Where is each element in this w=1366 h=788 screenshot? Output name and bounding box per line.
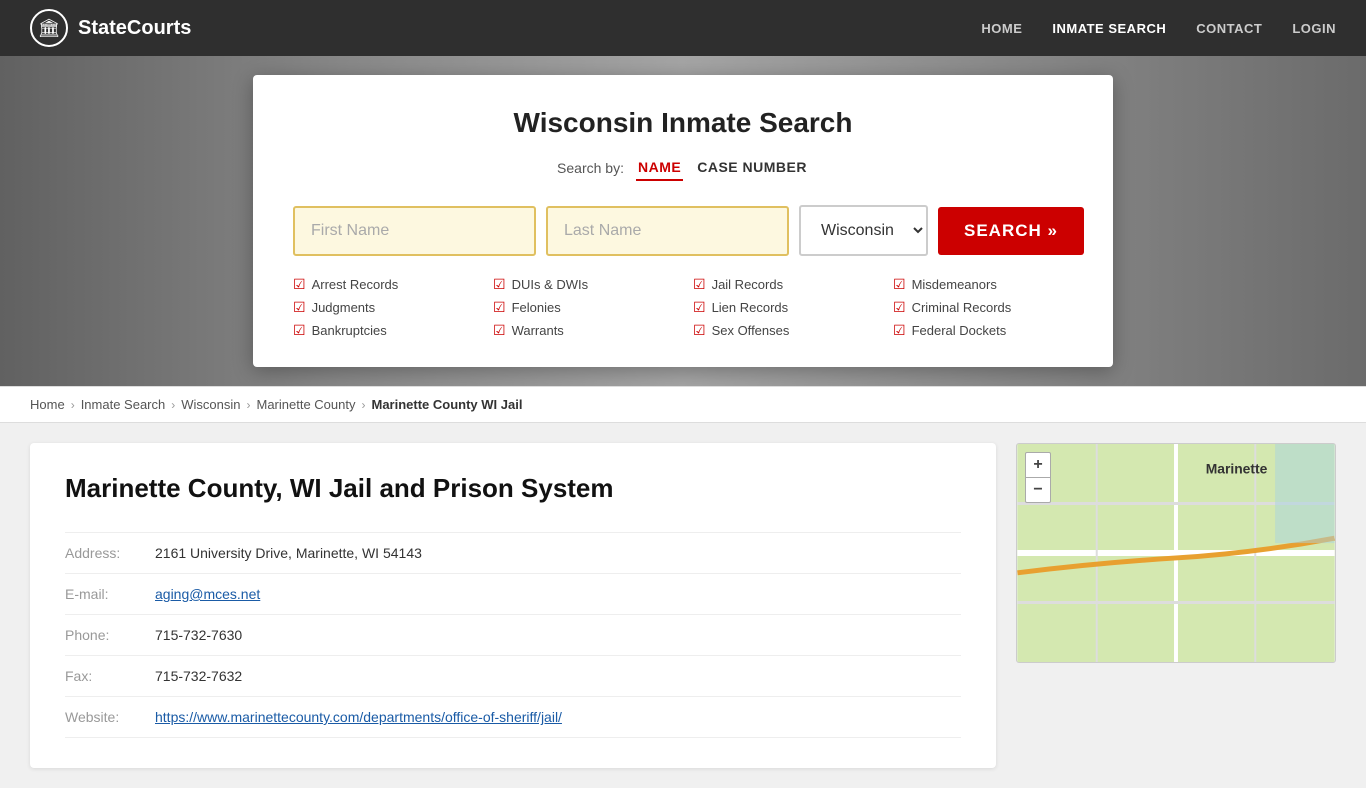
main-content: Marinette County, WI Jail and Prison Sys… [0,423,1366,788]
feature-item: ☑ Felonies [493,299,673,316]
feature-item: ☑ Jail Records [693,276,873,293]
email-label: E-mail: [65,574,155,615]
tab-case-number[interactable]: CASE NUMBER [695,155,809,181]
nav: HOME INMATE SEARCH CONTACT LOGIN [981,21,1336,36]
search-button[interactable]: SEARCH » [938,207,1084,255]
feature-label: Criminal Records [912,300,1012,315]
check-icon: ☑ [693,322,706,339]
check-icon: ☑ [893,322,906,339]
search-card: Wisconsin Inmate Search Search by: NAME … [253,75,1113,367]
feature-item: ☑ Bankruptcies [293,322,473,339]
map-svg: Marinette [1017,444,1335,662]
nav-inmate-search[interactable]: INMATE SEARCH [1052,21,1166,36]
phone-row: Phone: 715-732-7630 [65,615,961,656]
logo-text: StateCourts [78,17,191,40]
map-container: + − Marinette [1016,443,1336,663]
feature-item: ☑ Arrest Records [293,276,473,293]
state-select[interactable]: Wisconsin [799,205,928,256]
address-label: Address: [65,533,155,574]
nav-home[interactable]: HOME [981,21,1022,36]
feature-label: Warrants [512,323,564,338]
address-row: Address: 2161 University Drive, Marinett… [65,533,961,574]
feature-label: Jail Records [712,277,784,292]
check-icon: ☑ [293,322,306,339]
tab-name[interactable]: NAME [636,155,683,181]
content-title: Marinette County, WI Jail and Prison Sys… [65,473,961,504]
website-row: Website: https://www.marinettecounty.com… [65,697,961,738]
feature-label: Federal Dockets [912,323,1007,338]
feature-item: ☑ Warrants [493,322,673,339]
features-grid: ☑ Arrest Records ☑ DUIs & DWIs ☑ Jail Records… [293,276,1073,339]
search-by-label: Search by: [557,160,624,176]
check-icon: ☑ [493,276,506,293]
feature-item: ☑ Misdemeanors [893,276,1073,293]
feature-label: Sex Offenses [712,323,790,338]
feature-label: Arrest Records [312,277,399,292]
website-link[interactable]: https://www.marinettecounty.com/departme… [155,709,562,725]
content-card: Marinette County, WI Jail and Prison Sys… [30,443,996,768]
breadcrumb-sep-1: › [71,398,75,412]
feature-item: ☑ Federal Dockets [893,322,1073,339]
breadcrumb-sep-4: › [361,398,365,412]
phone-label: Phone: [65,615,155,656]
breadcrumb: Home › Inmate Search › Wisconsin › Marin… [0,386,1366,423]
map-zoom-out[interactable]: − [1026,478,1050,502]
phone-value: 715-732-7630 [155,615,961,656]
feature-label: DUIs & DWIs [512,277,589,292]
map-city-label: Marinette [1206,461,1268,477]
email-value: aging@mces.net [155,574,961,615]
map-zoom-controls: + − [1025,452,1051,503]
feature-item: ☑ Lien Records [693,299,873,316]
fax-row: Fax: 715-732-7632 [65,656,961,697]
feature-item: ☑ Criminal Records [893,299,1073,316]
check-icon: ☑ [493,322,506,339]
breadcrumb-marinette-county[interactable]: Marinette County [256,397,355,412]
check-icon: ☑ [693,276,706,293]
header: 🏛 StateCourts HOME INMATE SEARCH CONTACT… [0,0,1366,56]
nav-login[interactable]: LOGIN [1292,21,1336,36]
feature-item: ☑ Judgments [293,299,473,316]
address-value: 2161 University Drive, Marinette, WI 541… [155,533,961,574]
breadcrumb-inmate-search[interactable]: Inmate Search [81,397,166,412]
last-name-input[interactable] [546,206,789,256]
hero-section: COURTHOUSE Wisconsin Inmate Search Searc… [0,56,1366,386]
breadcrumb-home[interactable]: Home [30,397,65,412]
feature-label: Judgments [312,300,376,315]
feature-label: Misdemeanors [912,277,997,292]
check-icon: ☑ [893,299,906,316]
logo-icon: 🏛 [30,9,68,47]
website-value: https://www.marinettecounty.com/departme… [155,697,961,738]
check-icon: ☑ [893,276,906,293]
website-label: Website: [65,697,155,738]
map-area: + − Marinette [1016,443,1336,768]
logo[interactable]: 🏛 StateCourts [30,9,191,47]
search-by-row: Search by: NAME CASE NUMBER [293,155,1073,181]
feature-item: ☑ DUIs & DWIs [493,276,673,293]
check-icon: ☑ [293,276,306,293]
search-fields-row: Wisconsin SEARCH » [293,205,1073,256]
info-table: Address: 2161 University Drive, Marinett… [65,532,961,738]
breadcrumb-current: Marinette County WI Jail [371,397,522,412]
breadcrumb-wisconsin[interactable]: Wisconsin [181,397,240,412]
email-link[interactable]: aging@mces.net [155,586,260,602]
nav-contact[interactable]: CONTACT [1196,21,1262,36]
breadcrumb-sep-3: › [246,398,250,412]
fax-label: Fax: [65,656,155,697]
check-icon: ☑ [493,299,506,316]
feature-item: ☑ Sex Offenses [693,322,873,339]
breadcrumb-sep-2: › [171,398,175,412]
feature-label: Lien Records [712,300,789,315]
first-name-input[interactable] [293,206,536,256]
feature-label: Bankruptcies [312,323,387,338]
search-title: Wisconsin Inmate Search [293,107,1073,139]
check-icon: ☑ [293,299,306,316]
feature-label: Felonies [512,300,561,315]
map-zoom-in[interactable]: + [1026,453,1050,477]
check-icon: ☑ [693,299,706,316]
email-row: E-mail: aging@mces.net [65,574,961,615]
fax-value: 715-732-7632 [155,656,961,697]
